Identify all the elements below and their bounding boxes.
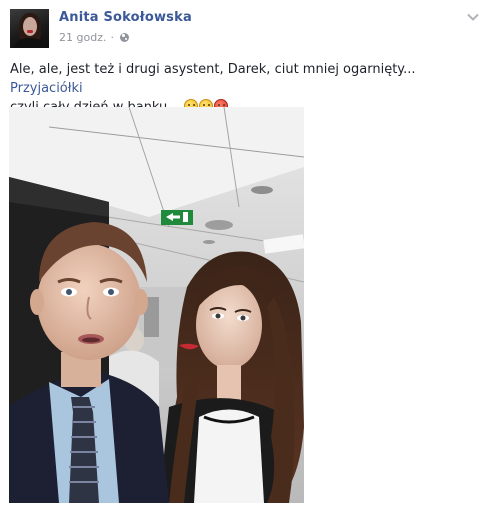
post-meta: 21 godz. · xyxy=(59,31,129,44)
globe-icon[interactable] xyxy=(119,33,129,42)
meta-separator: · xyxy=(110,31,114,44)
post-text-part1: Ale, ale, jest też i drugi asystent, Dar… xyxy=(10,62,416,77)
post-photo[interactable] xyxy=(9,107,304,503)
author-name[interactable]: Anita Sokołowska xyxy=(59,10,192,25)
facebook-post: Anita Sokołowska 21 godz. · Ale, ale, je… xyxy=(0,0,489,510)
timestamp-link[interactable]: 21 godz. xyxy=(59,31,106,44)
avatar[interactable] xyxy=(10,9,49,48)
friends-link[interactable]: Przyjaciółki xyxy=(10,81,83,96)
selfie-image xyxy=(9,107,304,503)
chevron-down-icon[interactable] xyxy=(466,10,480,24)
